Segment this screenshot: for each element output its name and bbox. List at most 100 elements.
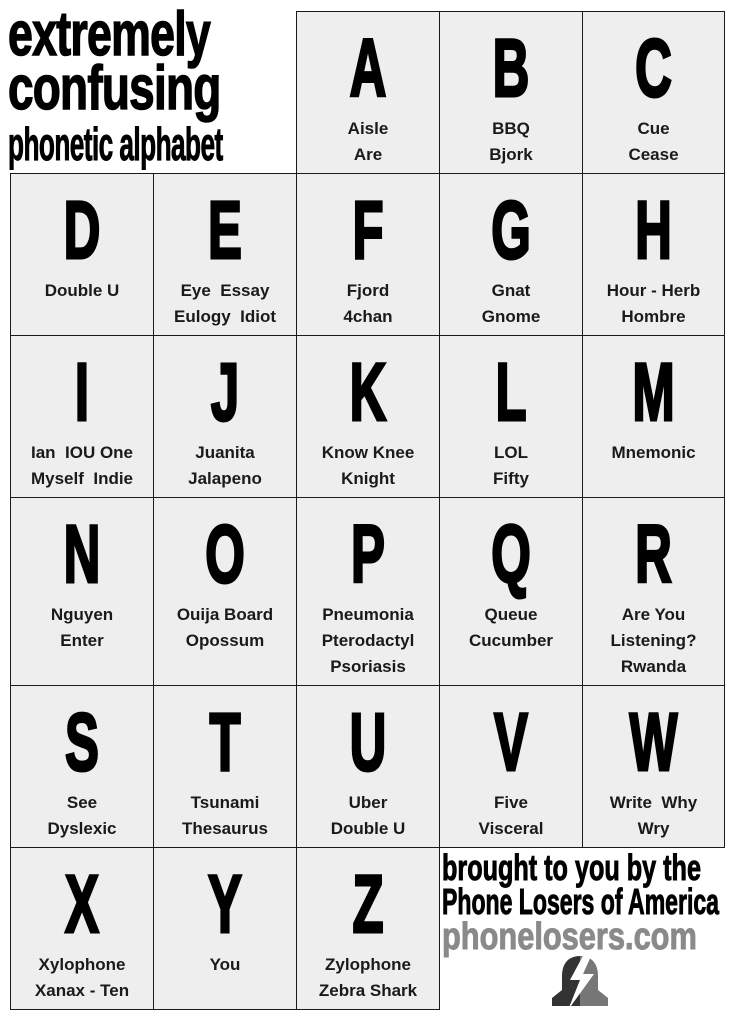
example-word: Thesaurus: [182, 819, 268, 838]
letter-cell-e: E Eye Essay Eulogy Idiot: [153, 173, 297, 336]
example-word: Tsunami: [190, 793, 260, 812]
letter-glyph: H: [634, 185, 673, 276]
letter-glyph: Z: [352, 859, 385, 950]
letter-glyph: Y: [207, 859, 243, 950]
example-words: See Dyslexic: [11, 790, 153, 842]
page-title: extremely confusing phonetic alphabet: [7, 3, 292, 170]
example-word: Wry: [637, 819, 670, 838]
example-words: Mnemonic: [583, 440, 724, 466]
letter-glyph: U: [349, 697, 388, 788]
example-word: Opossum: [185, 631, 265, 650]
example-word: See: [66, 793, 98, 812]
website-link[interactable]: phonelosers.com: [442, 918, 698, 957]
example-word: Cue: [637, 119, 670, 138]
letter-glyph: C: [634, 23, 673, 114]
letter-cell-w: W Write Why Wry: [582, 685, 725, 848]
example-word: Jalapeno: [188, 469, 262, 488]
example-word: 4chan: [343, 307, 393, 326]
letter-cell-g: G Gnat Gnome: [439, 173, 583, 336]
example-word: Ian IOU One: [30, 443, 134, 462]
letter-cell-z: Z Zylophone Zebra Shark: [296, 847, 440, 1010]
letter-glyph: W: [629, 697, 679, 788]
letter-cell-k: K Know Knee Knight: [296, 335, 440, 498]
letter-glyph: J: [210, 347, 240, 438]
letter-glyph: E: [207, 185, 243, 276]
example-word: Listening?: [610, 631, 697, 650]
example-word: Knight: [341, 469, 395, 488]
letter-cell-o: O Ouija Board Opossum: [153, 497, 297, 686]
example-word: Bjork: [489, 145, 533, 164]
letter-glyph: P: [350, 509, 386, 600]
example-words: You: [154, 952, 296, 978]
example-word: Fifty: [493, 469, 529, 488]
letter-glyph: S: [64, 697, 100, 788]
example-word: Xylophone: [38, 955, 126, 974]
letter-cell-j: J Juanita Jalapeno: [153, 335, 297, 498]
example-word: Five: [493, 793, 529, 812]
letter-cell-r: R Are You Listening? Rwanda: [582, 497, 725, 686]
title-line-3: phonetic alphabet: [8, 118, 224, 170]
example-words: BBQ Bjork: [440, 116, 582, 168]
letter-cell-x: X Xylophone Xanax - Ten: [10, 847, 154, 1010]
example-word: Pterodactyl: [321, 631, 415, 650]
letter-glyph: A: [349, 23, 388, 114]
example-words: Zylophone Zebra Shark: [297, 952, 439, 1004]
example-word: Enter: [60, 631, 104, 650]
credits-footer: brought to you by the Phone Losers of Am…: [440, 849, 725, 1015]
example-word: Juanita: [195, 443, 255, 462]
letter-cell-f: F Fjord 4chan: [296, 173, 440, 336]
letter-glyph: O: [204, 509, 245, 600]
example-word: LOL: [494, 443, 528, 462]
example-words: Nguyen Enter: [11, 602, 153, 654]
letter-cell-y: Y You: [153, 847, 297, 1010]
example-word: Gnat: [491, 281, 531, 300]
example-word: Aisle: [347, 119, 389, 138]
bell-lightning-icon: [552, 954, 608, 1010]
example-word: Are: [353, 145, 383, 164]
letter-cell-t: T Tsunami Thesaurus: [153, 685, 297, 848]
letter-glyph: B: [492, 23, 531, 114]
example-word: Are You: [621, 605, 686, 624]
letter-glyph: F: [352, 185, 385, 276]
letter-cell-p: P Pneumonia Pterodactyl Psoriasis: [296, 497, 440, 686]
example-word: Zebra Shark: [318, 981, 418, 1000]
example-words: Are You Listening? Rwanda: [583, 602, 724, 680]
example-word: Know Knee: [321, 443, 415, 462]
example-word: Cease: [628, 145, 679, 164]
letter-glyph: L: [495, 347, 528, 438]
example-word: Myself Indie: [30, 469, 134, 488]
example-words: Eye Essay Eulogy Idiot: [154, 278, 296, 330]
example-word: You: [209, 955, 241, 974]
example-words: Know Knee Knight: [297, 440, 439, 492]
example-word: Rwanda: [620, 657, 687, 676]
example-words: Uber Double U: [297, 790, 439, 842]
letter-cell-d: D Double U: [10, 173, 154, 336]
example-word: Fjord: [346, 281, 390, 300]
example-word: Psoriasis: [330, 657, 406, 676]
example-word: Mnemonic: [611, 443, 696, 462]
example-words: Tsunami Thesaurus: [154, 790, 296, 842]
letter-cell-v: V Five Visceral: [439, 685, 583, 848]
letter-cell-s: S See Dyslexic: [10, 685, 154, 848]
example-words: Fjord 4chan: [297, 278, 439, 330]
example-word: Eye Essay: [180, 281, 270, 300]
example-word: Eulogy Idiot: [174, 307, 276, 326]
example-words: Xylophone Xanax - Ten: [11, 952, 153, 1004]
letter-glyph: G: [490, 185, 531, 276]
example-words: Write Why Wry: [583, 790, 724, 842]
example-words: Ouija Board Opossum: [154, 602, 296, 654]
letter-cell-l: L LOL Fifty: [439, 335, 583, 498]
example-word: Queue: [484, 605, 538, 624]
example-words: LOL Fifty: [440, 440, 582, 492]
letter-glyph: T: [209, 697, 242, 788]
letter-glyph: D: [63, 185, 102, 276]
example-word: Uber: [348, 793, 388, 812]
example-word: Gnome: [481, 307, 541, 326]
example-word: Pneumonia: [322, 605, 414, 624]
example-words: Gnat Gnome: [440, 278, 582, 330]
example-word: BBQ: [492, 119, 530, 138]
example-word: Cucumber: [468, 631, 554, 650]
letter-cell-a: A Aisle Are: [296, 11, 440, 174]
example-word: Zylophone: [325, 955, 411, 974]
example-word: Dyslexic: [47, 819, 117, 838]
